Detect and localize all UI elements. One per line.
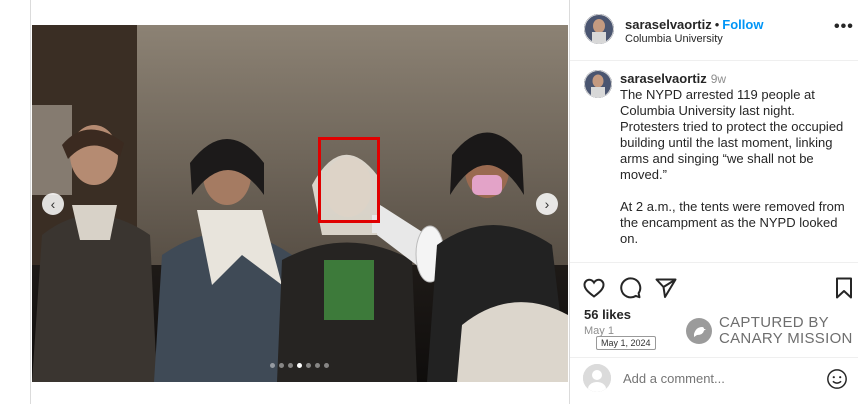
carousel-prev-button[interactable]: ‹	[42, 193, 64, 215]
caption-header: saraselvaortiz 9w	[620, 71, 726, 86]
chevron-left-icon: ‹	[50, 196, 56, 212]
protest-photo-illustration	[32, 25, 568, 382]
post-caption: The NYPD arrested 119 people at Columbia…	[620, 87, 845, 246]
carousel-dot	[279, 363, 284, 368]
instagram-post-frame: ‹ › saraselvaortiz • Follow Columbia Unive…	[0, 0, 858, 404]
date-tooltip: May 1, 2024	[596, 336, 656, 350]
carousel-dot	[324, 363, 329, 368]
share-icon[interactable]	[654, 276, 678, 300]
face-highlight-box	[318, 137, 380, 223]
bookmark-icon[interactable]	[832, 276, 856, 300]
carousel-next-button[interactable]: ›	[536, 193, 558, 215]
likes-count[interactable]: 56 likes	[584, 307, 631, 322]
carousel-dot	[306, 363, 311, 368]
username-link[interactable]: saraselvaortiz	[625, 17, 712, 32]
more-icon[interactable]: •••	[834, 18, 854, 36]
carousel-dot	[315, 363, 320, 368]
carousel-dot	[270, 363, 275, 368]
post-header: saraselvaortiz • Follow Columbia Universit…	[570, 0, 858, 61]
avatar[interactable]	[584, 14, 614, 44]
bird-icon	[694, 327, 706, 337]
caption-username[interactable]: saraselvaortiz	[620, 71, 707, 86]
caption-avatar[interactable]	[584, 70, 612, 98]
canary-logo-icon	[686, 318, 712, 344]
carousel-indicator	[270, 363, 329, 368]
default-avatar-icon	[583, 364, 611, 392]
watermark-line2: CANARY MISSION	[719, 330, 853, 347]
watermark-line1: CAPTURED BY	[719, 314, 829, 331]
post-photo[interactable]	[32, 25, 568, 382]
comment-input[interactable]	[623, 371, 813, 386]
follow-button[interactable]: Follow	[722, 17, 763, 32]
follow-separator: •	[714, 17, 720, 32]
watermark-text: CAPTURED BY CANARY MISSION	[719, 315, 853, 347]
actions-divider	[570, 262, 858, 264]
caption-timestamp: 9w	[710, 72, 727, 86]
emoji-icon[interactable]	[826, 368, 848, 390]
heart-icon[interactable]	[582, 276, 606, 300]
location-link[interactable]: Columbia University	[625, 33, 723, 45]
canary-mission-watermark: CAPTURED BY CANARY MISSION	[686, 315, 853, 347]
carousel-dot	[297, 363, 302, 368]
avatar	[583, 364, 611, 392]
post-author: saraselvaortiz • Follow	[625, 17, 763, 32]
comment-bar	[570, 357, 858, 405]
carousel-dot	[288, 363, 293, 368]
comment-icon[interactable]	[618, 276, 642, 300]
chevron-right-icon: ›	[544, 196, 550, 212]
divider	[30, 0, 31, 404]
